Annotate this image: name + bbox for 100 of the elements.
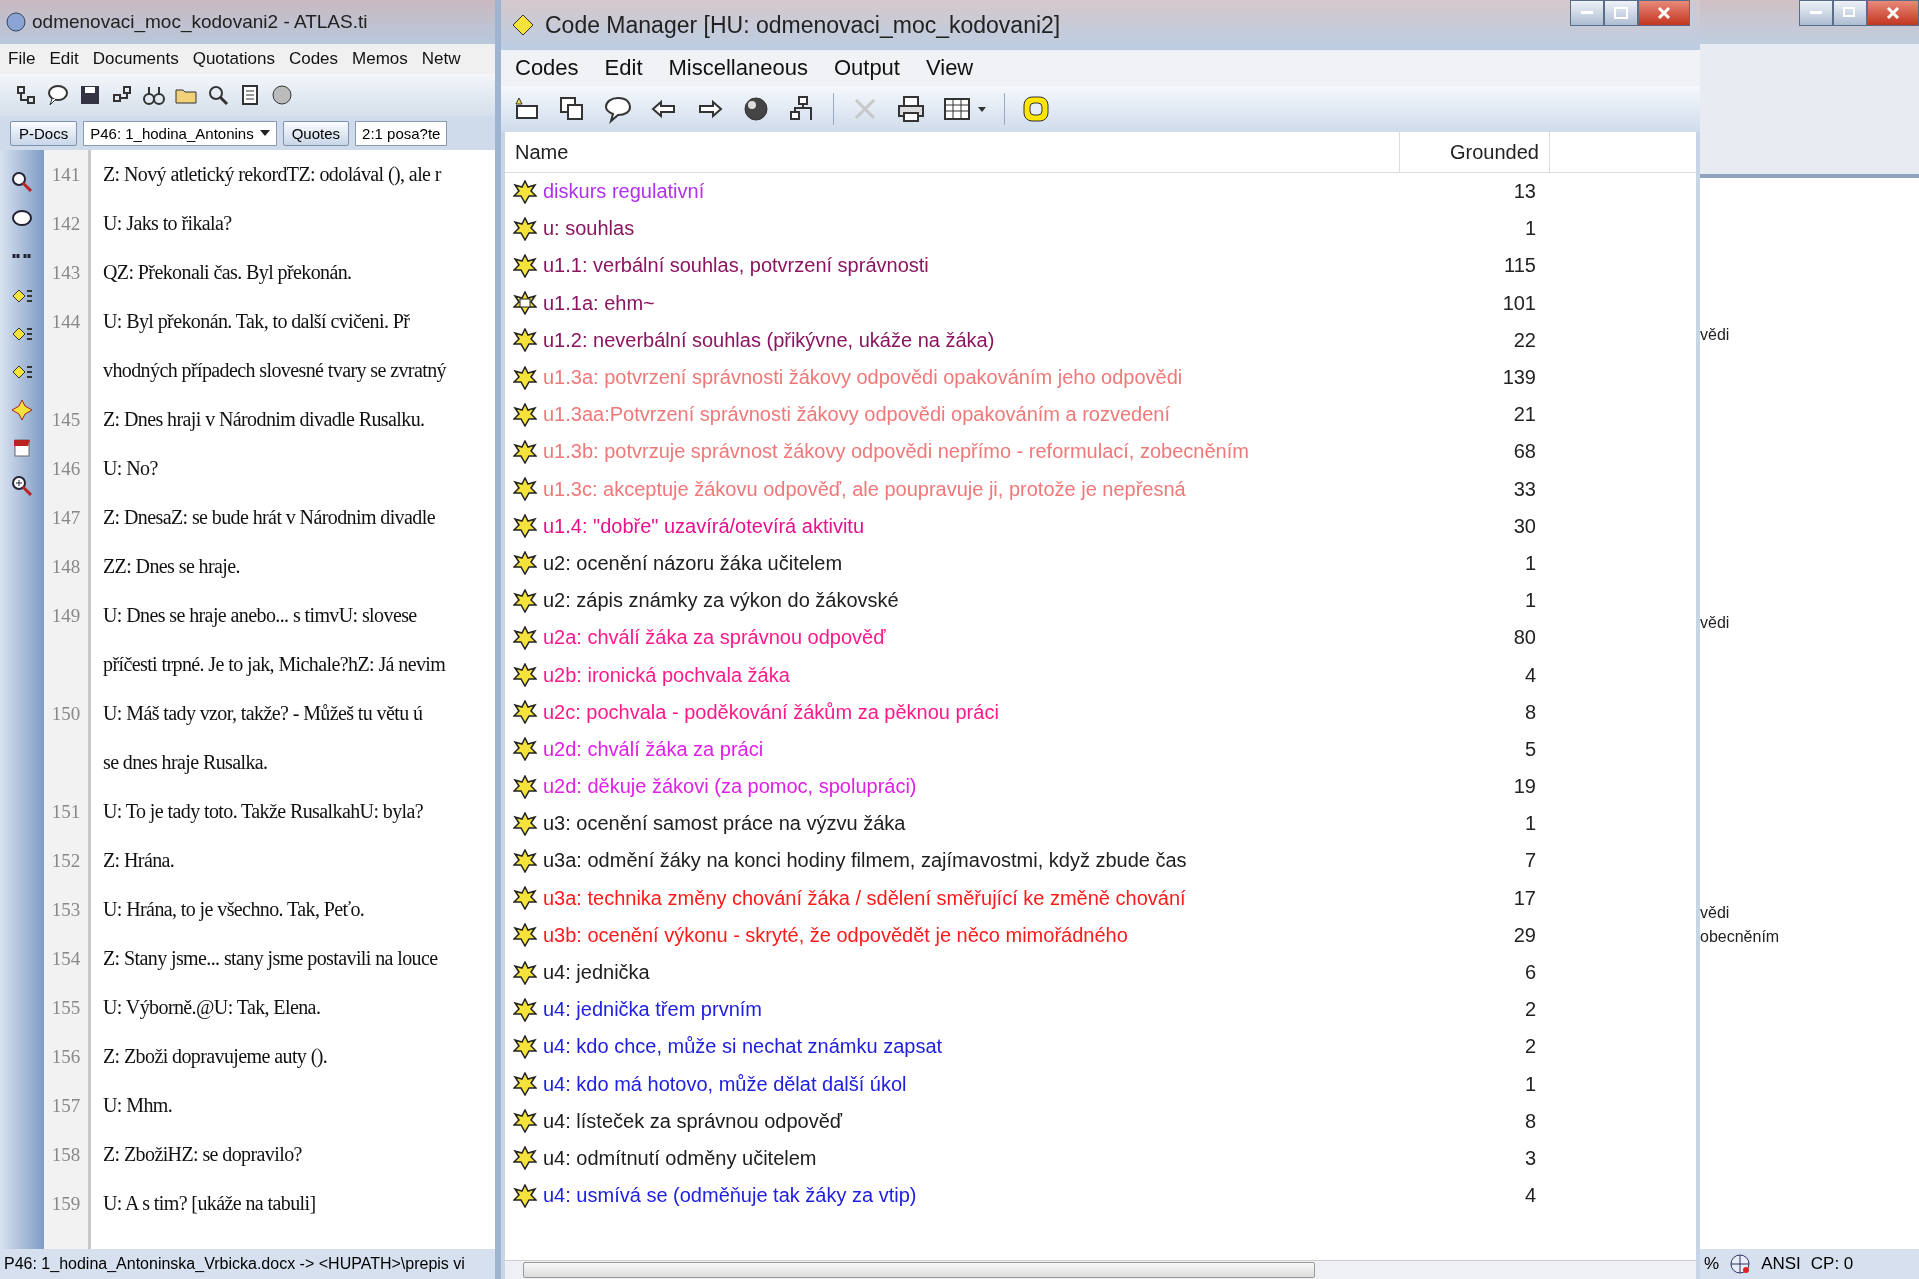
code-note-icon bbox=[513, 291, 537, 316]
menu-item[interactable]: Edit bbox=[604, 55, 643, 81]
magnifier-icon[interactable] bbox=[10, 170, 34, 194]
grounded-count: 5 bbox=[1523, 737, 1537, 761]
menu-item[interactable]: Output bbox=[833, 55, 900, 81]
menu-item[interactable]: File bbox=[8, 49, 36, 69]
transcript-line: U: Byl překonán. Tak, to další cvičeni. Př bbox=[103, 310, 410, 333]
code-icon bbox=[513, 960, 537, 985]
code-name[interactable]: u2: zápis známky za výkon do žákovské bbox=[543, 589, 899, 613]
code-icon bbox=[513, 625, 537, 650]
grounded-count: 22 bbox=[1512, 328, 1537, 352]
code-name[interactable]: u4: jednička třem prvním bbox=[543, 998, 762, 1022]
code-name[interactable]: u4: lísteček za správnou odpověď bbox=[543, 1109, 843, 1133]
code-icon bbox=[513, 923, 537, 948]
code-icon[interactable] bbox=[10, 398, 34, 422]
quotes-button[interactable]: Quotes bbox=[282, 120, 350, 146]
transcript-line: U: Máš tady vzor, takže? - Můžeš tu větu ú bbox=[103, 702, 423, 725]
document-dropdown[interactable]: P46: 1_hodina_Antonins bbox=[83, 120, 277, 146]
code-name[interactable]: u3a: technika změny chování žáka / sdělení směřující ke změně chování bbox=[543, 886, 1186, 910]
grounded-count: 8 bbox=[1523, 700, 1537, 724]
horizontal-scrollbar[interactable] bbox=[505, 1260, 1696, 1279]
column-header[interactable]: Grounded bbox=[1400, 132, 1550, 172]
ring-icon[interactable] bbox=[1021, 94, 1051, 124]
speech-bubble-icon[interactable] bbox=[46, 83, 70, 107]
tree-icon[interactable] bbox=[14, 83, 38, 107]
line-number: 154 bbox=[51, 947, 81, 970]
printer-icon[interactable] bbox=[896, 94, 926, 124]
code-name[interactable]: u1.1: verbální souhlas, potvrzení správnosti bbox=[543, 254, 929, 278]
code-name[interactable]: u4: kdo má hotovo, může dělat další úkol bbox=[543, 1072, 907, 1096]
grounded-count: 7 bbox=[1523, 849, 1537, 873]
column-header[interactable]: Name bbox=[505, 132, 1400, 172]
transcript-line: ZZ: Dnes se hraje. bbox=[103, 555, 240, 578]
window-title: Code Manager [HU: odmenovaci_moc_kodovani2] bbox=[545, 11, 1062, 39]
maximize-button[interactable] bbox=[1604, 0, 1638, 26]
close-icon[interactable] bbox=[1886, 6, 1900, 20]
line-number: 148 bbox=[51, 555, 81, 578]
menu-item[interactable]: Codes bbox=[515, 55, 579, 81]
transcript-line: U: Hrána, to je všechno. Tak, Peťo. bbox=[103, 898, 365, 921]
grounded-count: 1 bbox=[1523, 1072, 1537, 1096]
sphere-icon[interactable] bbox=[741, 94, 771, 124]
code-icon bbox=[513, 588, 537, 613]
line-number: 158 bbox=[51, 1143, 81, 1166]
menu-item[interactable]: View bbox=[925, 55, 974, 81]
code-name[interactable]: u2d: chválí žáka za práci bbox=[543, 737, 764, 761]
line-number: 151 bbox=[51, 800, 81, 823]
code-name[interactable]: u1.2: neverbální souhlas (přikývne, ukáže na žáka) bbox=[543, 328, 995, 352]
text-fragment: obecněním bbox=[1700, 928, 1781, 946]
quote-field[interactable]: 2:1 posa?te bbox=[355, 120, 448, 146]
menu-item[interactable]: Memos bbox=[352, 49, 408, 69]
app-icon bbox=[6, 12, 26, 32]
menu-item[interactable]: Documents bbox=[92, 49, 179, 69]
code-icon bbox=[513, 774, 537, 799]
code-name[interactable]: u3: ocenění samost práce na výzvu žáka bbox=[543, 812, 906, 836]
menu-item[interactable]: Miscellaneous bbox=[668, 55, 808, 81]
menu-item[interactable]: Quotations bbox=[192, 49, 275, 69]
speech-bubble-icon[interactable] bbox=[603, 94, 633, 124]
restore-button[interactable] bbox=[1833, 0, 1867, 26]
code-name[interactable]: u4: jednička bbox=[543, 961, 650, 985]
menu-item[interactable]: Netw bbox=[421, 49, 461, 69]
search-icon[interactable] bbox=[206, 83, 230, 107]
code-name[interactable]: u2: ocenění názoru žáka učitelem bbox=[543, 551, 843, 575]
close-icon[interactable] bbox=[1657, 6, 1671, 20]
minimize-button[interactable] bbox=[1570, 0, 1604, 26]
code-name[interactable]: u3a: odmění žáky na konci hodiny filmem, zajímavostmi, když zbude čas bbox=[543, 849, 1187, 873]
code-name[interactable]: diskurs regulativní bbox=[543, 180, 705, 204]
grounded-count: 33 bbox=[1512, 477, 1537, 501]
grounded-count: 6 bbox=[1523, 961, 1537, 985]
code-name[interactable]: u2a: chválí žáka za správnou odpověď bbox=[543, 626, 886, 650]
code-name[interactable]: u: souhlas bbox=[543, 217, 635, 241]
zoom-in-icon[interactable] bbox=[10, 474, 34, 498]
code-name[interactable]: u3b: ocenění výkonu - skryté, že odpovědět je něco mimořádného bbox=[543, 923, 1128, 947]
close-button[interactable] bbox=[1638, 0, 1690, 26]
grounded-count: 21 bbox=[1512, 403, 1537, 427]
code-name[interactable]: u1.1a: ehm~ bbox=[543, 291, 655, 315]
disc-icon[interactable] bbox=[270, 83, 294, 107]
grounded-count: 2 bbox=[1523, 998, 1537, 1022]
grounded-count: 4 bbox=[1523, 1184, 1537, 1208]
transcript-line: se dnes hraje Rusalka. bbox=[103, 751, 268, 774]
grounded-count: 13 bbox=[1512, 180, 1537, 204]
transcript-line: Z: Stany jsme... stany jsme postavili na louce bbox=[103, 947, 438, 970]
code-name[interactable]: u2b: ironická pochvala žáka bbox=[543, 663, 790, 687]
dropdown-caret-icon[interactable] bbox=[259, 130, 270, 136]
code-name[interactable]: u2c: pochvala - poděkování žákům za pěknou práci bbox=[543, 700, 999, 724]
code-name[interactable]: u4: odmítnutí odměny učitelem bbox=[543, 1146, 817, 1170]
code-name[interactable]: u1.4: "dobře" uzavírá/otevírá aktivitu bbox=[543, 514, 865, 538]
zoom-status: % bbox=[1704, 1254, 1720, 1274]
code-icon bbox=[513, 1034, 537, 1059]
code-name[interactable]: u2d: děkuje žákovi (za pomoc, spolupráci) bbox=[543, 775, 917, 799]
menu-item[interactable]: Edit bbox=[49, 49, 79, 69]
code-name[interactable]: u4: usmívá se (odměňuje tak žáky za vtip) bbox=[543, 1184, 917, 1208]
pdocs-button[interactable]: P-Docs bbox=[10, 120, 78, 146]
save-icon[interactable] bbox=[78, 83, 102, 107]
minimize-button[interactable] bbox=[1799, 0, 1833, 26]
transcript-line: U: Výborně.@U: Tak, Elena. bbox=[103, 996, 321, 1019]
transcript-line: U: To je tady toto. Takže RusalkahU: byla? bbox=[103, 800, 424, 823]
code-name[interactable]: u4: kdo chce, může si nechat známku zapsat bbox=[543, 1035, 943, 1059]
encoding-status: ANSI bbox=[1761, 1254, 1801, 1274]
close-button[interactable] bbox=[1867, 0, 1919, 26]
line-number: 141 bbox=[51, 163, 81, 186]
menu-item[interactable]: Codes bbox=[288, 49, 339, 69]
